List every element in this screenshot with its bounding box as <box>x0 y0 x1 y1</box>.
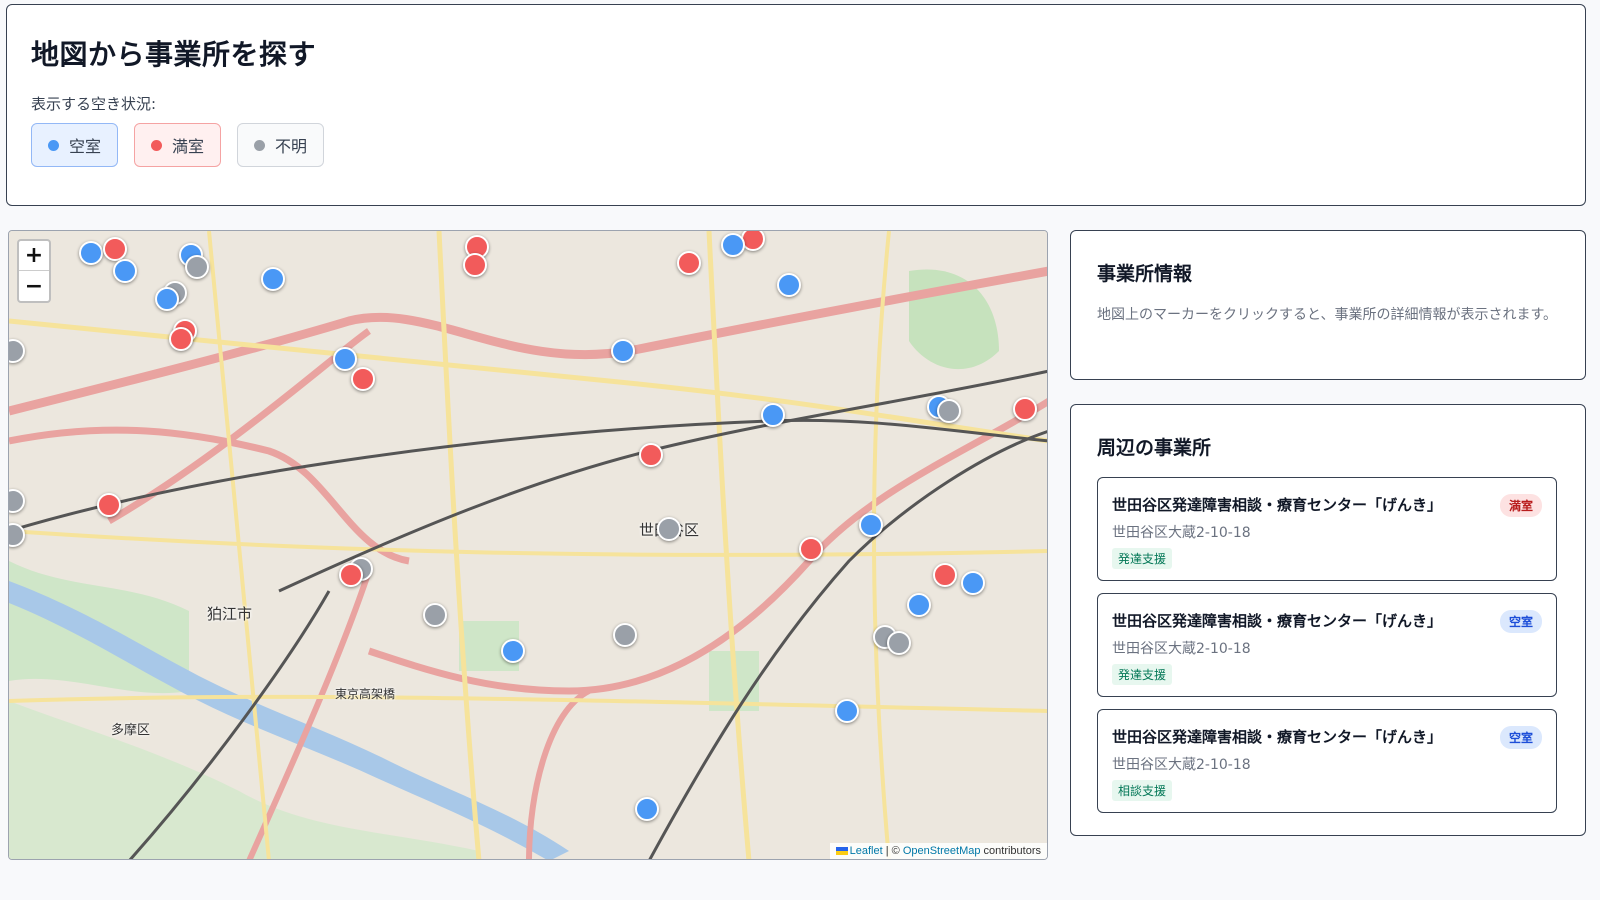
marker-vacant[interactable] <box>961 571 985 595</box>
full-dot-icon <box>151 139 163 151</box>
office-service-tag: 発達支援 <box>1112 548 1173 569</box>
marker-vacant[interactable] <box>79 241 103 265</box>
marker-full[interactable] <box>933 563 957 587</box>
marker-vacant[interactable] <box>907 593 931 617</box>
marker-vacant[interactable] <box>611 339 635 363</box>
zoom-out-button[interactable]: − <box>19 271 49 301</box>
map-attribution: Leaflet | © OpenStreetMap contributors <box>829 843 1047 859</box>
marker-unknown[interactable] <box>185 255 209 279</box>
osm-link[interactable]: OpenStreetMap <box>903 845 981 857</box>
filter-vacant-label: 空室 <box>69 137 102 156</box>
filter-full-chip[interactable]: 満室 <box>134 123 222 167</box>
office-address: 世田谷区大蔵2-10-18 <box>1112 641 1251 657</box>
office-service-tag: 相談支援 <box>1112 780 1173 801</box>
marker-vacant[interactable] <box>761 403 785 427</box>
unknown-dot-icon <box>254 139 266 151</box>
marker-unknown[interactable] <box>657 517 681 541</box>
marker-vacant[interactable] <box>113 259 137 283</box>
marker-unknown[interactable] <box>887 631 911 655</box>
filter-full-label: 満室 <box>172 137 205 156</box>
marker-vacant[interactable] <box>835 699 859 723</box>
marker-unknown[interactable] <box>423 603 447 627</box>
filter-label: 表示する空き状況: <box>31 95 157 113</box>
page-title: 地図から事業所を探す <box>31 38 317 71</box>
map-view[interactable]: + − 世田谷区 狛江市 多摩区 東京高架橋 Leaflet | © OpenS… <box>8 230 1048 860</box>
place-label-komae: 狛江市 <box>207 605 253 623</box>
zoom-in-button[interactable]: + <box>19 241 49 271</box>
map-base-tiles <box>9 231 1047 859</box>
office-list-item[interactable]: 世田谷区発達障害相談・療育センター「げんき」 空室 世田谷区大蔵2-10-18 … <box>1097 593 1557 697</box>
ukraine-flag-icon <box>835 847 848 856</box>
info-card-title: 事業所情報 <box>1097 263 1193 285</box>
filter-vacant-chip[interactable]: 空室 <box>31 123 119 167</box>
filter-unknown-label: 不明 <box>275 137 308 156</box>
marker-vacant[interactable] <box>635 797 659 821</box>
attribution-suffix: contributors <box>980 845 1041 857</box>
marker-full[interactable] <box>799 537 823 561</box>
office-info-card: 事業所情報 地図上のマーカーをクリックすると、事業所の詳細情報が表示されます。 <box>1070 230 1586 380</box>
marker-vacant[interactable] <box>261 267 285 291</box>
marker-full[interactable] <box>351 367 375 391</box>
marker-full[interactable] <box>1013 397 1037 421</box>
filter-chips: 空室 満室 不明 <box>31 123 325 167</box>
marker-full[interactable] <box>103 237 127 261</box>
marker-vacant[interactable] <box>333 347 357 371</box>
office-list: 世田谷区発達障害相談・療育センター「げんき」 満室 世田谷区大蔵2-10-18 … <box>1097 477 1557 825</box>
marker-full[interactable] <box>339 563 363 587</box>
marker-full[interactable] <box>463 253 487 277</box>
nearby-card-title: 周辺の事業所 <box>1097 437 1212 459</box>
office-service-tag: 発達支援 <box>1112 664 1173 685</box>
office-name: 世田谷区発達障害相談・療育センター「げんき」 <box>1112 612 1443 630</box>
search-header-card: 地図から事業所を探す 表示する空き状況: 空室 満室 不明 <box>6 4 1586 206</box>
marker-unknown[interactable] <box>937 399 961 423</box>
office-name: 世田谷区発達障害相談・療育センター「げんき」 <box>1112 728 1443 746</box>
office-address: 世田谷区大蔵2-10-18 <box>1112 525 1251 541</box>
office-address: 世田谷区大蔵2-10-18 <box>1112 757 1251 773</box>
place-label-tama: 多摩区 <box>111 723 151 738</box>
info-card-text: 地図上のマーカーをクリックすると、事業所の詳細情報が表示されます。 <box>1097 307 1558 323</box>
marker-vacant[interactable] <box>155 287 179 311</box>
marker-vacant[interactable] <box>859 513 883 537</box>
zoom-control: + − <box>17 239 51 303</box>
marker-full[interactable] <box>169 327 193 351</box>
status-badge: 満室 <box>1499 494 1542 517</box>
place-label-koka: 東京高架橋 <box>335 687 396 701</box>
office-list-item[interactable]: 世田谷区発達障害相談・療育センター「げんき」 満室 世田谷区大蔵2-10-18 … <box>1097 477 1557 581</box>
office-name: 世田谷区発達障害相談・療育センター「げんき」 <box>1112 496 1443 514</box>
marker-full[interactable] <box>97 493 121 517</box>
marker-full[interactable] <box>639 443 663 467</box>
marker-unknown[interactable] <box>613 623 637 647</box>
marker-vacant[interactable] <box>777 273 801 297</box>
filter-unknown-chip[interactable]: 不明 <box>237 123 325 167</box>
nearby-offices-card: 周辺の事業所 世田谷区発達障害相談・療育センター「げんき」 満室 世田谷区大蔵2… <box>1070 404 1586 836</box>
status-badge: 空室 <box>1499 726 1542 749</box>
leaflet-link[interactable]: Leaflet <box>850 845 883 857</box>
status-badge: 空室 <box>1499 610 1542 633</box>
marker-full[interactable] <box>677 251 701 275</box>
office-list-item[interactable]: 世田谷区発達障害相談・療育センター「げんき」 空室 世田谷区大蔵2-10-18 … <box>1097 709 1557 813</box>
attribution-separator: | © <box>882 845 903 857</box>
marker-vacant[interactable] <box>501 639 525 663</box>
marker-vacant[interactable] <box>721 233 745 257</box>
vacant-dot-icon <box>48 139 59 151</box>
